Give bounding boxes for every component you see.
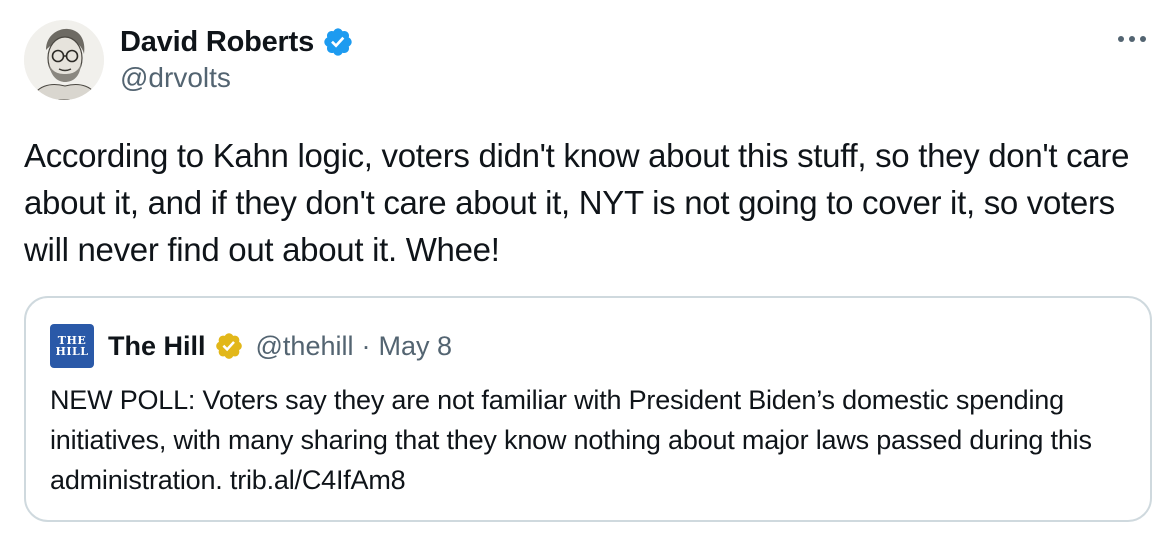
quoted-tweet-link[interactable]: trib.al/C4IfAm8 bbox=[230, 465, 406, 495]
quoted-tweet-body: NEW POLL: Voters say they are not famili… bbox=[50, 385, 1092, 495]
author-handle[interactable]: @drvolts bbox=[120, 62, 231, 94]
quoted-tweet-header: THE HILL The Hill @thehill · May 8 bbox=[50, 324, 452, 368]
more-options-icon bbox=[1118, 36, 1146, 42]
more-options-button[interactable] bbox=[1112, 22, 1152, 56]
separator-dot: · bbox=[361, 330, 371, 361]
quoted-author-handle[interactable]: @thehill bbox=[256, 331, 354, 362]
quoted-tweet-date[interactable]: May 8 bbox=[378, 331, 452, 362]
logo-text-bottom: HILL bbox=[55, 345, 89, 358]
author-name-row: David Roberts bbox=[120, 22, 354, 62]
gold-verified-badge-icon[interactable] bbox=[214, 331, 244, 361]
quoted-tweet-card[interactable]: THE HILL The Hill @thehill · May 8 NEW P… bbox=[24, 296, 1152, 522]
author-name[interactable]: David Roberts bbox=[120, 26, 314, 59]
tweet: David Roberts @drvolts According to Kahn… bbox=[0, 0, 1170, 540]
avatar-sketch-icon bbox=[24, 20, 104, 100]
verified-badge-icon[interactable] bbox=[322, 26, 354, 58]
quoted-author-name[interactable]: The Hill bbox=[108, 331, 206, 362]
author-avatar[interactable] bbox=[24, 20, 104, 100]
the-hill-logo[interactable]: THE HILL bbox=[50, 324, 94, 368]
tweet-text: According to Kahn logic, voters didn't k… bbox=[24, 137, 1130, 268]
quoted-tweet-text: NEW POLL: Voters say they are not famili… bbox=[50, 380, 1125, 500]
